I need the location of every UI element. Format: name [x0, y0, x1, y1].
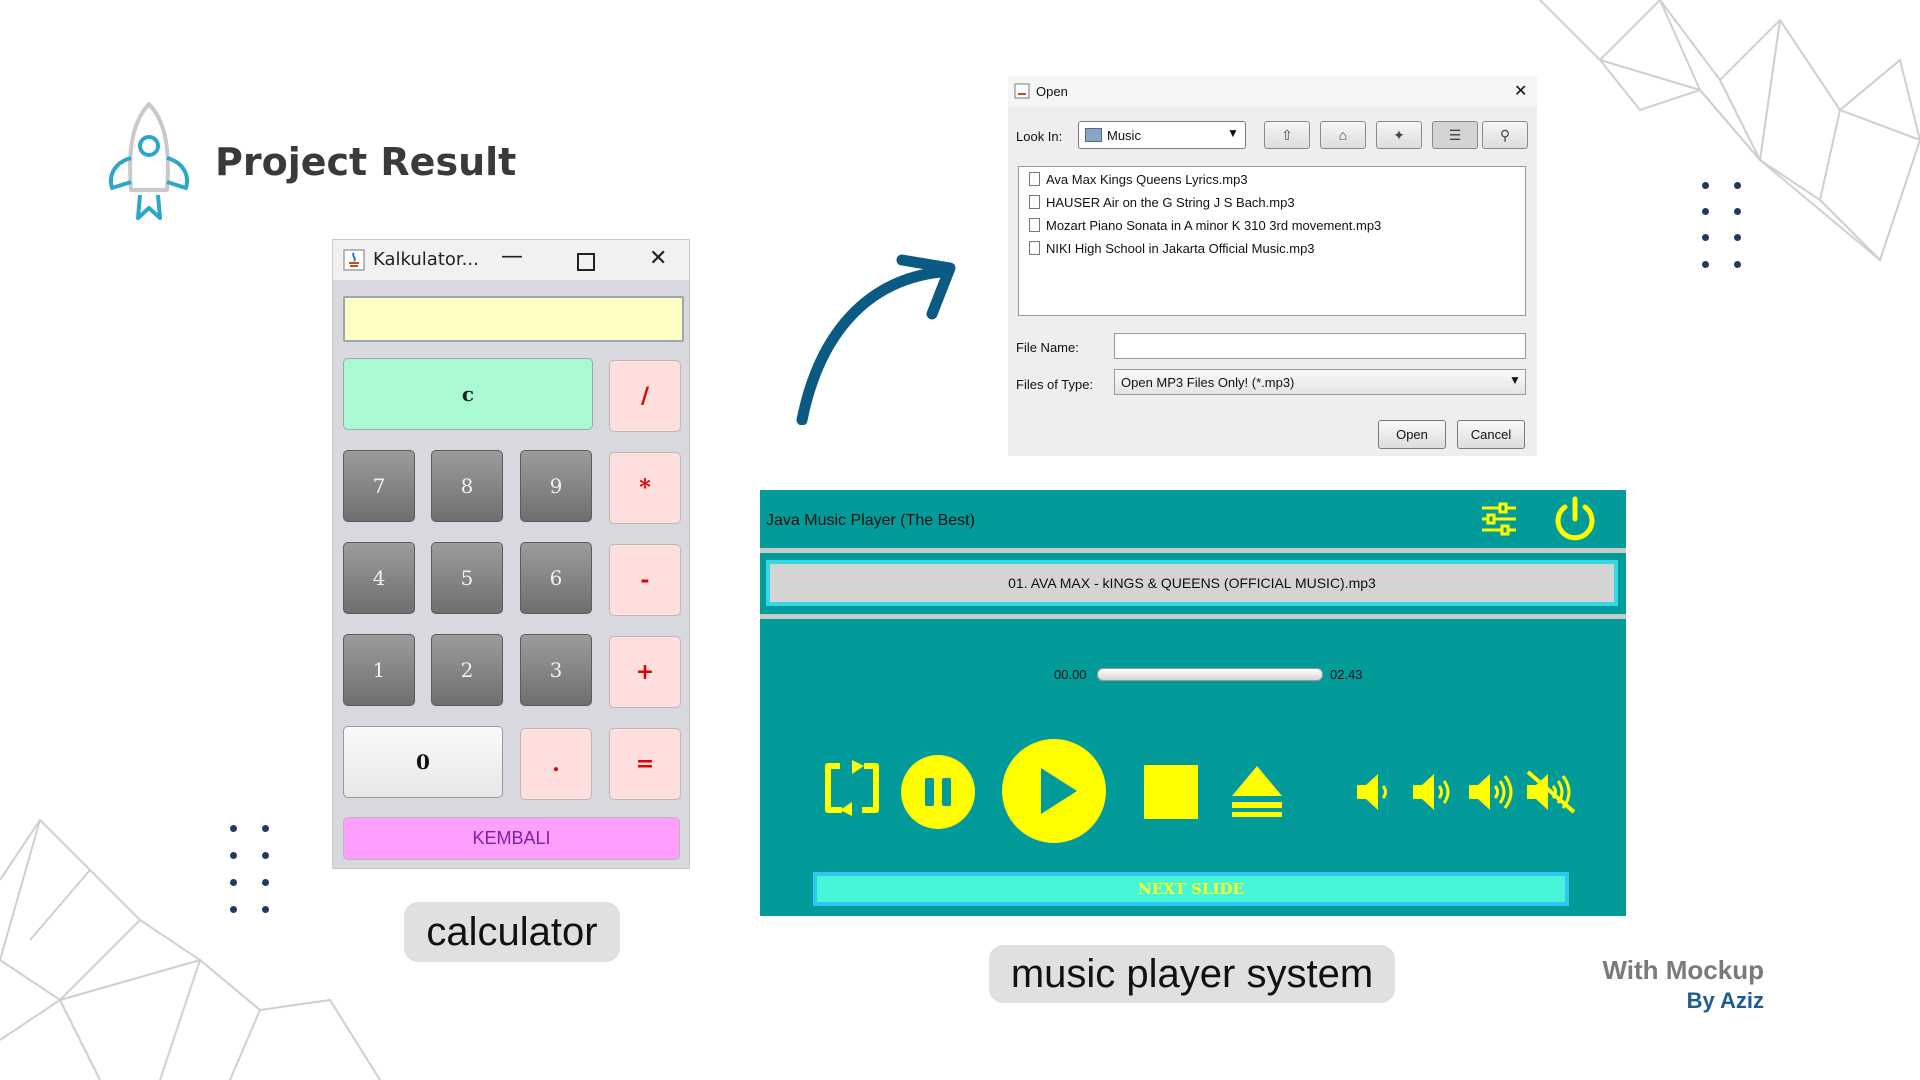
rocket-icon [109, 102, 189, 220]
zero-button[interactable]: 0 [343, 726, 503, 798]
volume-medium-icon[interactable] [1410, 770, 1458, 814]
divider [760, 548, 1626, 553]
files-of-type-value: Open MP3 Files Only! (*.mp3) [1121, 375, 1295, 390]
dot-button[interactable]: . [520, 728, 592, 800]
mute-icon[interactable] [1524, 768, 1578, 816]
dialog-title: Open [1036, 84, 1068, 99]
file-name-label: File Name: [1016, 340, 1079, 355]
open-file-dialog: Open ✕ Look In: Music ▼ ⇧ ⌂ ✦ ☰ ⚲ Ava Ma… [1008, 76, 1537, 456]
pause-icon[interactable] [900, 754, 976, 830]
divider [760, 614, 1626, 619]
file-list-item[interactable]: Mozart Piano Sonata in A minor K 310 3rd… [1029, 215, 1381, 235]
kembali-button[interactable]: KEMBALI [343, 817, 680, 860]
new-folder-icon[interactable]: ✦ [1376, 121, 1422, 149]
volume-low-icon[interactable] [1354, 770, 1396, 814]
now-playing-bar: 01. AVA MAX - kINGS & QUEENS (OFFICIAL M… [766, 560, 1618, 606]
repeat-icon[interactable] [820, 758, 884, 818]
files-of-type-label: Files of Type: [1016, 377, 1094, 392]
look-in-select[interactable]: Music ▼ [1078, 121, 1246, 149]
calculator-window: Kalkulator... — ✕ c / 7 8 9 * 4 5 6 - 1 … [333, 240, 689, 868]
file-name-input[interactable] [1114, 333, 1526, 359]
progress-slider[interactable] [1097, 668, 1323, 681]
power-icon[interactable] [1550, 494, 1600, 544]
dialog-titlebar: Open ✕ [1008, 76, 1537, 106]
next-slide-button[interactable]: NEXT SLIDE [813, 872, 1569, 906]
chevron-down-icon: ▼ [1227, 126, 1239, 140]
home-icon[interactable]: ⌂ [1320, 121, 1366, 149]
file-list-item[interactable]: NIKI High School in Jakarta Official Mus… [1029, 238, 1315, 258]
look-in-value: Music [1107, 128, 1141, 143]
seven-button[interactable]: 7 [343, 450, 415, 522]
elapsed-time: 00.00 [1054, 667, 1087, 682]
nine-button[interactable]: 9 [520, 450, 592, 522]
open-button[interactable]: Open [1378, 420, 1446, 449]
chevron-down-icon: ▼ [1509, 373, 1521, 387]
look-in-label: Look In: [1016, 129, 1063, 144]
folder-icon [1085, 128, 1102, 142]
calculator-titlebar: Kalkulator... — ✕ [333, 240, 689, 280]
two-button[interactable]: 2 [431, 634, 503, 706]
file-icon [1029, 195, 1040, 209]
plus-button[interactable]: + [609, 636, 681, 708]
music-player-caption: music player system [989, 945, 1395, 1003]
java-app-icon [1014, 83, 1030, 99]
player-title: Java Music Player (The Best) [766, 512, 975, 529]
eject-icon[interactable] [1230, 764, 1284, 818]
file-icon [1029, 172, 1040, 186]
branding-line2: By Aziz [1686, 988, 1764, 1013]
multiply-button[interactable]: * [609, 452, 681, 524]
one-button[interactable]: 1 [343, 634, 415, 706]
minimize-icon[interactable]: — [501, 244, 523, 269]
up-folder-icon[interactable]: ⇧ [1264, 121, 1310, 149]
page-title: Project Result [215, 140, 517, 184]
four-button[interactable]: 4 [343, 542, 415, 614]
play-icon[interactable] [1001, 738, 1107, 844]
volume-high-icon[interactable] [1466, 770, 1520, 814]
close-icon[interactable]: ✕ [649, 246, 667, 271]
calculator-display [343, 296, 684, 342]
divide-button[interactable]: / [609, 360, 681, 432]
file-icon [1029, 218, 1040, 232]
maximize-icon[interactable] [577, 253, 595, 271]
file-list-item[interactable]: HAUSER Air on the G String J S Bach.mp3 [1029, 192, 1295, 212]
cancel-button[interactable]: Cancel [1457, 420, 1525, 449]
file-list-item[interactable]: Ava Max Kings Queens Lyrics.mp3 [1029, 169, 1248, 189]
equals-button[interactable]: = [609, 728, 681, 800]
music-player-window: Java Music Player (The Best) 01. AVA MAX… [760, 490, 1626, 916]
minus-button[interactable]: - [609, 544, 681, 616]
calculator-caption: calculator [404, 902, 620, 962]
stop-icon[interactable] [1142, 763, 1200, 821]
close-icon[interactable]: ✕ [1514, 81, 1527, 101]
files-of-type-select[interactable]: Open MP3 Files Only! (*.mp3) ▼ [1114, 369, 1526, 395]
five-button[interactable]: 5 [431, 542, 503, 614]
equalizer-icon[interactable] [1478, 498, 1520, 540]
file-icon [1029, 241, 1040, 255]
list-view-icon[interactable]: ☰ [1432, 121, 1478, 149]
branding: With Mockup By Aziz [1584, 955, 1764, 1014]
file-list: Ava Max Kings Queens Lyrics.mp3 HAUSER A… [1018, 166, 1526, 316]
java-app-icon [343, 249, 365, 271]
arrow-icon [796, 254, 956, 425]
clear-button[interactable]: c [343, 358, 593, 430]
details-view-icon[interactable]: ⚲ [1482, 121, 1528, 149]
three-button[interactable]: 3 [520, 634, 592, 706]
window-title: Kalkulator... [373, 249, 479, 270]
six-button[interactable]: 6 [520, 542, 592, 614]
branding-line1: With Mockup [1602, 955, 1764, 985]
total-time: 02.43 [1330, 667, 1363, 682]
eight-button[interactable]: 8 [431, 450, 503, 522]
